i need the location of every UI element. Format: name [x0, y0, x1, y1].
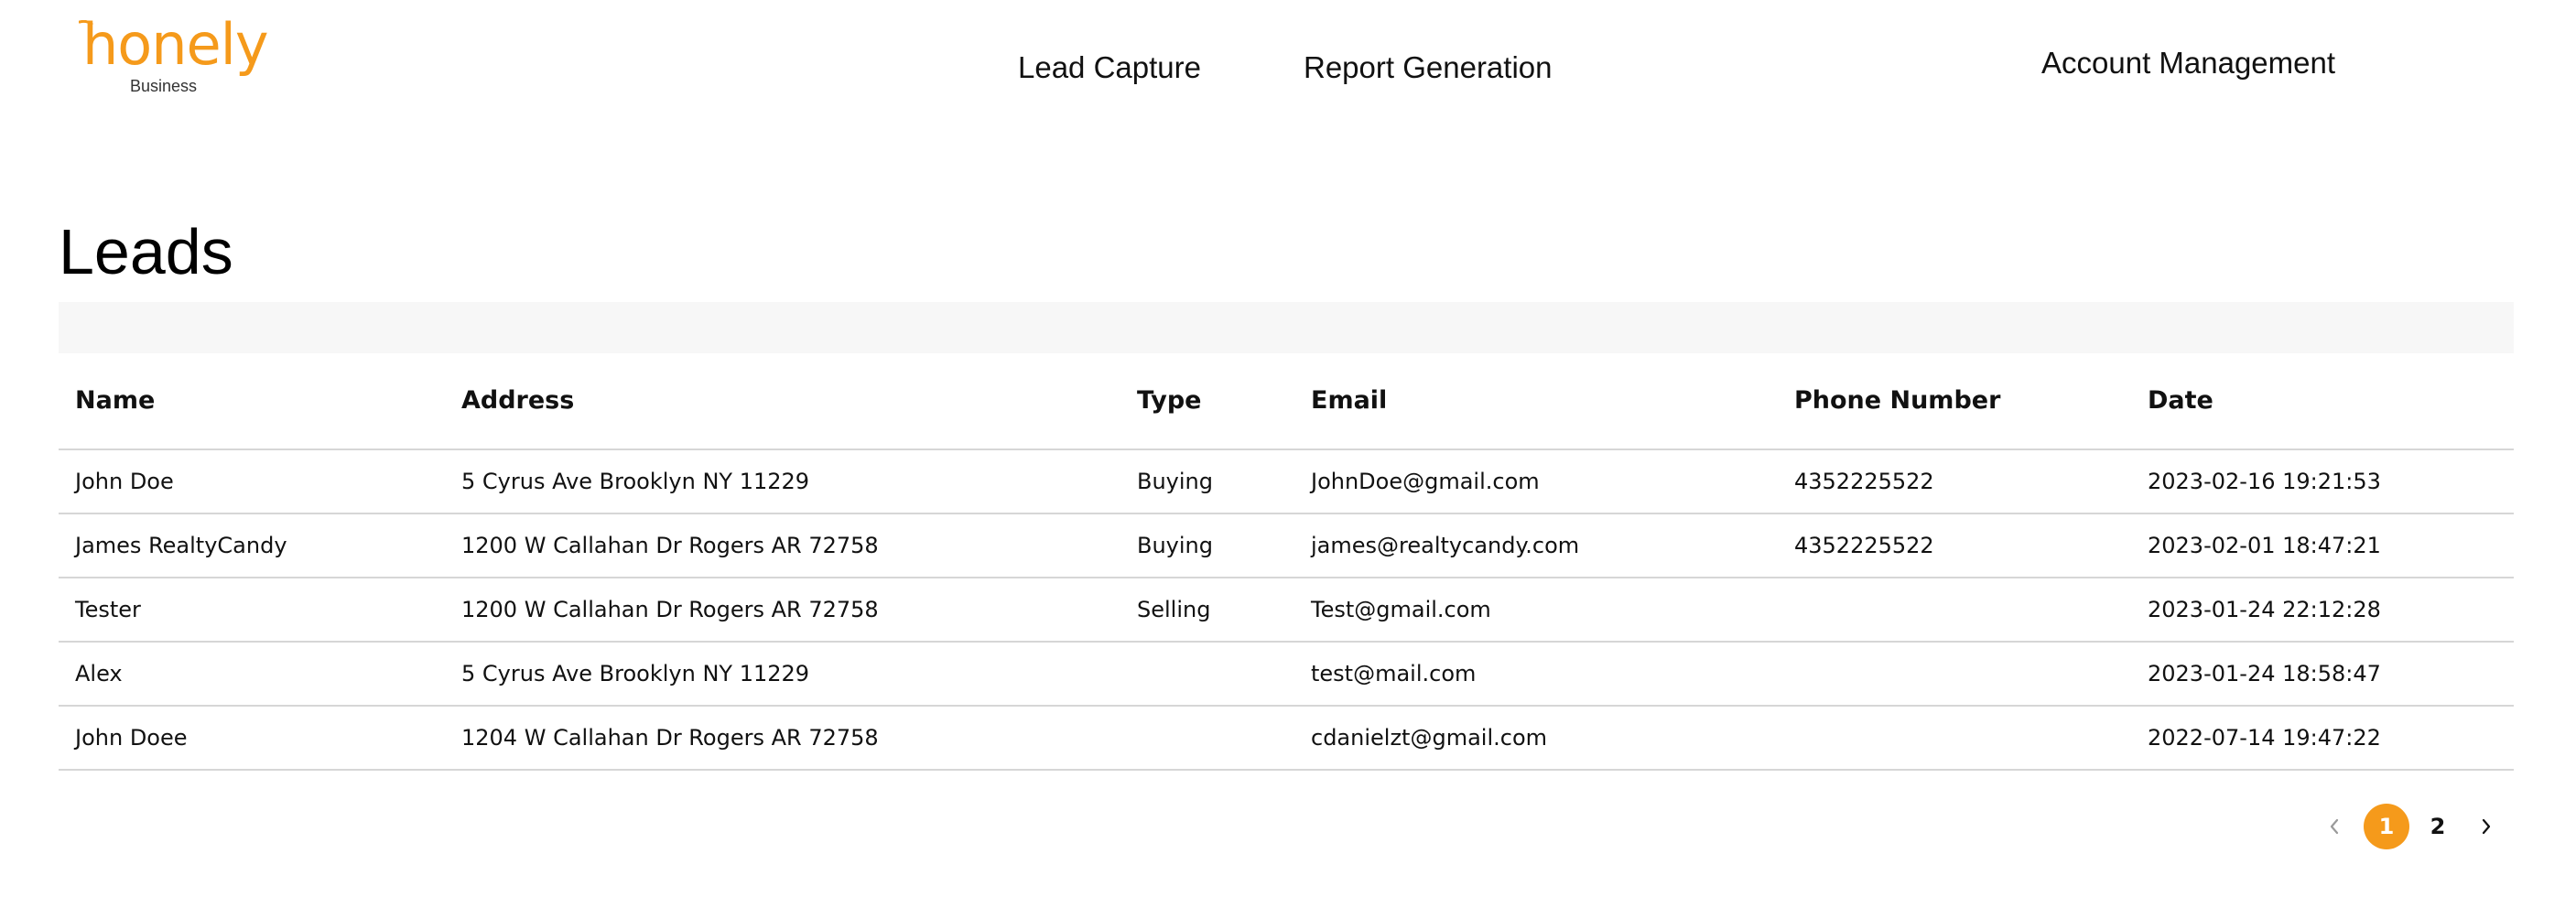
cell-date: 2023-02-01 18:47:21 [2148, 533, 2381, 558]
table-row[interactable]: John Doee 1204 W Callahan Dr Rogers AR 7… [59, 707, 2514, 771]
cell-email: Test@gmail.com [1311, 597, 1491, 622]
pagination: 1 2 [2316, 804, 2517, 849]
cell-email: test@mail.com [1311, 661, 1477, 686]
cell-name: Alex [75, 661, 123, 686]
cell-phone: 4352225522 [1794, 469, 1934, 494]
nav-account-management[interactable]: Account Management [2041, 46, 2335, 81]
logo-wordmark: honely [82, 11, 269, 78]
cell-email: cdanielzt@gmail.com [1311, 725, 1547, 751]
cell-address: 1204 W Callahan Dr Rogers AR 72758 [461, 725, 879, 751]
honely-business-logo[interactable]: honely Business [79, 16, 269, 99]
pagination-prev-button[interactable] [2316, 804, 2353, 849]
page-title: Leads [59, 216, 233, 287]
column-header-name[interactable]: Name [75, 386, 155, 415]
column-header-date[interactable]: Date [2148, 386, 2213, 415]
cell-type: Buying [1137, 469, 1213, 494]
cell-name: Tester [75, 597, 141, 622]
cell-date: 2023-02-16 19:21:53 [2148, 469, 2381, 494]
table-row[interactable]: John Doe 5 Cyrus Ave Brooklyn NY 11229 B… [59, 450, 2514, 514]
page: honely Business Lead Capture Report Gene… [0, 0, 2576, 897]
cell-email: JohnDoe@gmail.com [1311, 469, 1540, 494]
column-header-phone-number[interactable]: Phone Number [1794, 386, 2000, 415]
cell-address: 1200 W Callahan Dr Rogers AR 72758 [461, 533, 879, 558]
column-header-email[interactable]: Email [1311, 386, 1387, 415]
cell-name: John Doee [75, 725, 188, 751]
pagination-next-button[interactable] [2468, 804, 2505, 849]
leads-table: Name Address Type Email Phone Number Dat… [59, 353, 2514, 771]
chevron-left-icon [2330, 818, 2339, 835]
pagination-page-1[interactable]: 1 [2364, 804, 2409, 849]
chevron-right-icon [2482, 818, 2491, 835]
nav-lead-capture[interactable]: Lead Capture [1018, 50, 1201, 85]
table-row[interactable]: Alex 5 Cyrus Ave Brooklyn NY 11229 test@… [59, 643, 2514, 707]
cell-type: Selling [1137, 597, 1211, 622]
column-header-address[interactable]: Address [461, 386, 574, 415]
cell-type: Buying [1137, 533, 1213, 558]
table-row[interactable]: James RealtyCandy 1200 W Callahan Dr Rog… [59, 514, 2514, 578]
cell-address: 1200 W Callahan Dr Rogers AR 72758 [461, 597, 879, 622]
table-header-row: Name Address Type Email Phone Number Dat… [59, 353, 2514, 450]
cell-email: james@realtycandy.com [1311, 533, 1580, 558]
column-header-type[interactable]: Type [1137, 386, 1201, 415]
table-row[interactable]: Tester 1200 W Callahan Dr Rogers AR 7275… [59, 578, 2514, 643]
nav-report-generation[interactable]: Report Generation [1304, 50, 1553, 85]
cell-name: James RealtyCandy [75, 533, 287, 558]
pagination-page-2[interactable]: 2 [2415, 804, 2461, 849]
cell-date: 2022-07-14 19:47:22 [2148, 725, 2381, 751]
cell-date: 2023-01-24 22:12:28 [2148, 597, 2381, 622]
cell-name: John Doe [75, 469, 174, 494]
cell-address: 5 Cyrus Ave Brooklyn NY 11229 [461, 469, 810, 494]
logo-subtitle: Business [130, 77, 198, 95]
cell-date: 2023-01-24 18:58:47 [2148, 661, 2381, 686]
cell-address: 5 Cyrus Ave Brooklyn NY 11229 [461, 661, 810, 686]
cell-phone: 4352225522 [1794, 533, 1934, 558]
table-toolbar-band [59, 302, 2514, 353]
